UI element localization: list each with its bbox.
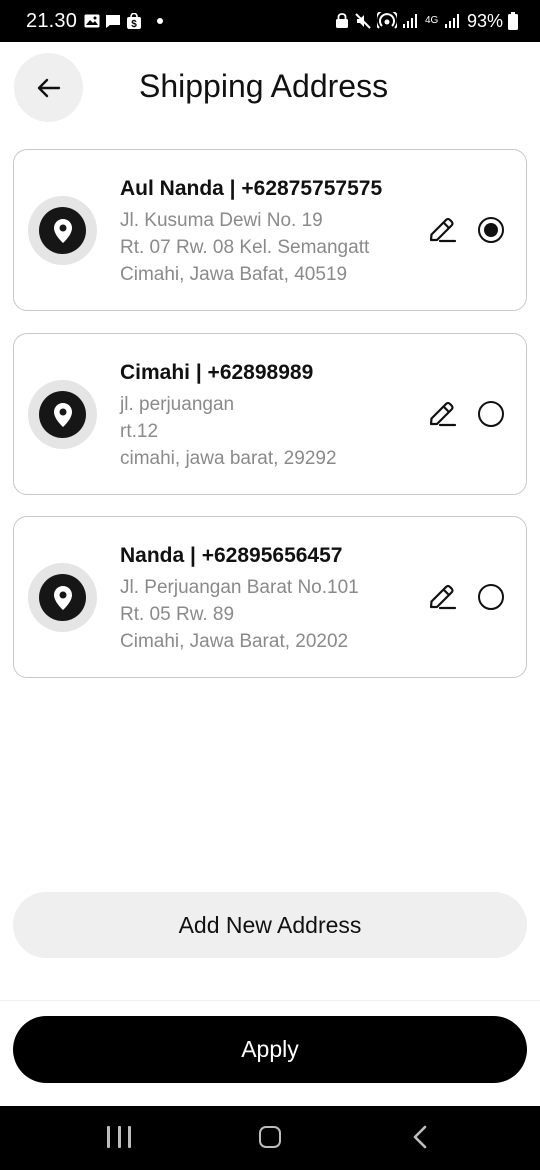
home-icon[interactable]	[259, 1126, 281, 1148]
address-card[interactable]: Aul Nanda | +62875757575 Jl. Kusuma Dewi…	[13, 149, 527, 311]
address-city: Cimahi, Jawa Bafat, 40519	[120, 264, 348, 285]
address-district: Rt. 05 Rw. 89	[120, 604, 235, 625]
select-address-radio[interactable]	[478, 584, 504, 610]
location-pin-badge	[28, 380, 97, 449]
edit-address-button[interactable]	[427, 582, 457, 612]
signal-icon	[402, 14, 417, 28]
address-district: Rt. 07 Rw. 08 Kel. Semangatt	[120, 237, 370, 258]
notification-icons: $	[84, 11, 163, 31]
location-pin-icon	[53, 585, 72, 610]
edit-address-button[interactable]	[427, 399, 457, 429]
address-card[interactable]: Nanda | +62895656457 Jl. Perjuangan Bara…	[13, 516, 527, 678]
system-status-icons: 4G 93%	[335, 10, 518, 32]
message-notification-icon	[106, 14, 120, 28]
radio-selected-dot	[484, 223, 498, 237]
nav-back-icon[interactable]	[410, 1124, 430, 1150]
add-new-address-button[interactable]: Add New Address	[13, 892, 527, 958]
apply-button[interactable]: Apply	[13, 1016, 527, 1083]
address-street: jl. perjuangan	[120, 394, 235, 415]
back-button[interactable]	[14, 53, 83, 122]
mute-icon	[355, 13, 371, 29]
select-address-radio[interactable]	[478, 217, 504, 243]
address-city: Cimahi, Jawa Barat, 20202	[120, 631, 349, 652]
status-bar: 21.30 $ 4G 93%	[0, 0, 540, 42]
battery-icon	[508, 12, 518, 30]
location-pin-icon	[53, 402, 72, 427]
arrow-left-icon	[37, 78, 60, 97]
status-time: 21.30	[26, 10, 78, 32]
page-title: Shipping Address	[139, 68, 389, 104]
location-pin-badge	[28, 196, 97, 265]
shop-notification-icon: $	[127, 12, 141, 30]
network-type: 4G	[424, 15, 439, 26]
edit-address-button[interactable]	[427, 215, 457, 245]
address-city: cimahi, jawa barat, 29292	[120, 448, 337, 469]
address-name-phone: Aul Nanda | +62875757575	[120, 177, 383, 200]
system-nav-bar	[0, 1106, 540, 1170]
pencil-icon	[429, 584, 457, 610]
pencil-icon	[429, 401, 457, 427]
svg-text:$: $	[131, 19, 137, 30]
address-street: Jl. Kusuma Dewi No. 19	[120, 210, 323, 231]
address-street: Jl. Perjuangan Barat No.101	[120, 577, 359, 598]
lock-icon	[335, 13, 348, 28]
battery-percent: 93%	[466, 10, 503, 31]
address-card[interactable]: Cimahi | +62898989 jl. perjuangan rt.12 …	[13, 333, 527, 495]
address-name-phone: Nanda | +62895656457	[120, 544, 343, 567]
location-pin-icon	[53, 218, 72, 243]
pencil-icon	[429, 217, 457, 243]
select-address-radio[interactable]	[478, 401, 504, 427]
gallery-notification-icon	[84, 14, 100, 28]
signal-icon-2	[444, 14, 459, 28]
address-name-phone: Cimahi | +62898989	[120, 361, 314, 384]
recents-icon[interactable]	[107, 1126, 131, 1150]
more-notifications-dot	[157, 18, 163, 24]
hotspot-icon	[376, 12, 397, 29]
location-pin-badge	[28, 563, 97, 632]
address-district: rt.12	[120, 421, 159, 442]
